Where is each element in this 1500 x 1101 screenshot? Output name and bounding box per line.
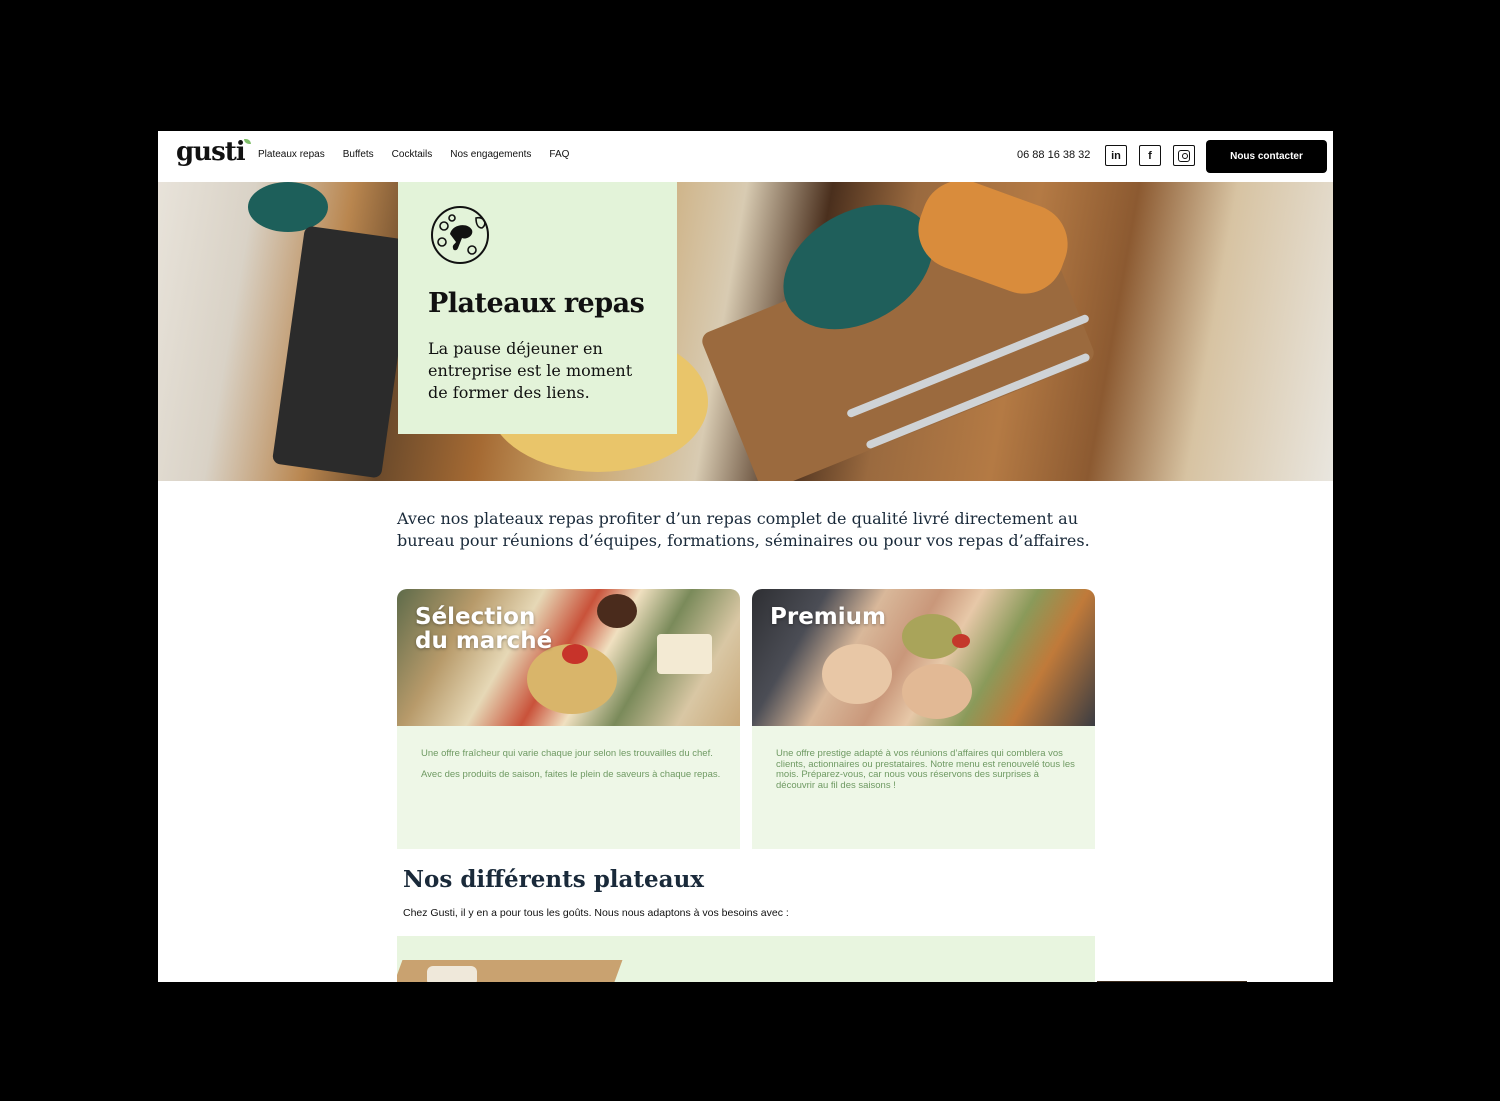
- instagram-glyph: [1178, 149, 1190, 162]
- nav-faq[interactable]: FAQ: [549, 149, 569, 160]
- contact-button[interactable]: Nous contacter: [1206, 140, 1327, 173]
- photo-pepper: [952, 634, 970, 648]
- facebook-icon[interactable]: f: [1139, 145, 1161, 166]
- photo-tray-lid: [427, 966, 477, 982]
- photo-tomato: [562, 644, 588, 664]
- photo-roll-2: [902, 664, 972, 719]
- nav-buffets[interactable]: Buffets: [343, 149, 374, 160]
- facebook-glyph: f: [1148, 149, 1152, 162]
- divider: [1097, 981, 1247, 982]
- plateaux-list-preview: [397, 936, 1095, 982]
- nav-plateaux-repas[interactable]: Plateaux repas: [258, 149, 325, 160]
- hero-banner: Plateaux repas La pause déjeuner en entr…: [158, 182, 1333, 481]
- logo-text: gusti: [176, 137, 246, 167]
- offer-card-premium[interactable]: Premium Une offre prestige adapté à vos …: [752, 589, 1095, 849]
- offer-title-line1: Premium: [770, 604, 886, 630]
- nav-cocktails[interactable]: Cocktails: [392, 149, 433, 160]
- instagram-icon[interactable]: [1173, 145, 1195, 166]
- offer-para-2: Avec des produits de saison, faites le p…: [421, 768, 721, 780]
- gusti-logo[interactable]: gusti: [176, 137, 251, 167]
- section-title: Nos différents plateaux: [403, 866, 705, 893]
- offer-para-1: Une offre fraîcheur qui varie chaque jou…: [421, 748, 713, 759]
- main-nav: Plateaux repas Buffets Cocktails Nos eng…: [258, 149, 569, 160]
- page: gusti Plateaux repas Buffets Cocktails N…: [158, 131, 1333, 982]
- hero-title: Plateaux repas: [428, 288, 645, 319]
- offer-description-premium: Une offre prestige adapté à vos réunions…: [776, 748, 1076, 801]
- photo-roll-1: [822, 644, 892, 704]
- offer-para-1: Une offre prestige adapté à vos réunions…: [776, 748, 1075, 791]
- offer-title-line1: Sélection: [415, 604, 536, 630]
- section-subtitle: Chez Gusti, il y en a pour tous les goût…: [403, 907, 789, 919]
- phone-number[interactable]: 06 88 16 38 32: [1017, 149, 1090, 161]
- offer-title-selection: Sélection du marché: [415, 605, 552, 653]
- plate-chicken-icon: [431, 206, 489, 264]
- hero-photo-napkin: [248, 182, 328, 232]
- linkedin-glyph: in: [1111, 149, 1121, 162]
- nav-nos-engagements[interactable]: Nos engagements: [450, 149, 531, 160]
- photo-cake: [597, 594, 637, 628]
- hero-photo-tray-left: [271, 225, 415, 479]
- site-header: gusti Plateaux repas Buffets Cocktails N…: [158, 131, 1333, 182]
- hero-card: Plateaux repas La pause déjeuner en entr…: [398, 182, 677, 434]
- offer-card-selection[interactable]: Sélection du marché Une offre fraîcheur …: [397, 589, 740, 849]
- hero-subtitle: La pause déjeuner en entreprise est le m…: [428, 339, 633, 402]
- photo-cheese: [657, 634, 712, 674]
- linkedin-icon[interactable]: in: [1105, 145, 1127, 166]
- offer-description-selection: Une offre fraîcheur qui varie chaque jou…: [421, 748, 721, 790]
- intro-text: Avec nos plateaux repas profiter d’un re…: [397, 509, 1090, 550]
- offer-title-line2: du marché: [415, 628, 553, 654]
- offer-title-premium: Premium: [770, 605, 886, 629]
